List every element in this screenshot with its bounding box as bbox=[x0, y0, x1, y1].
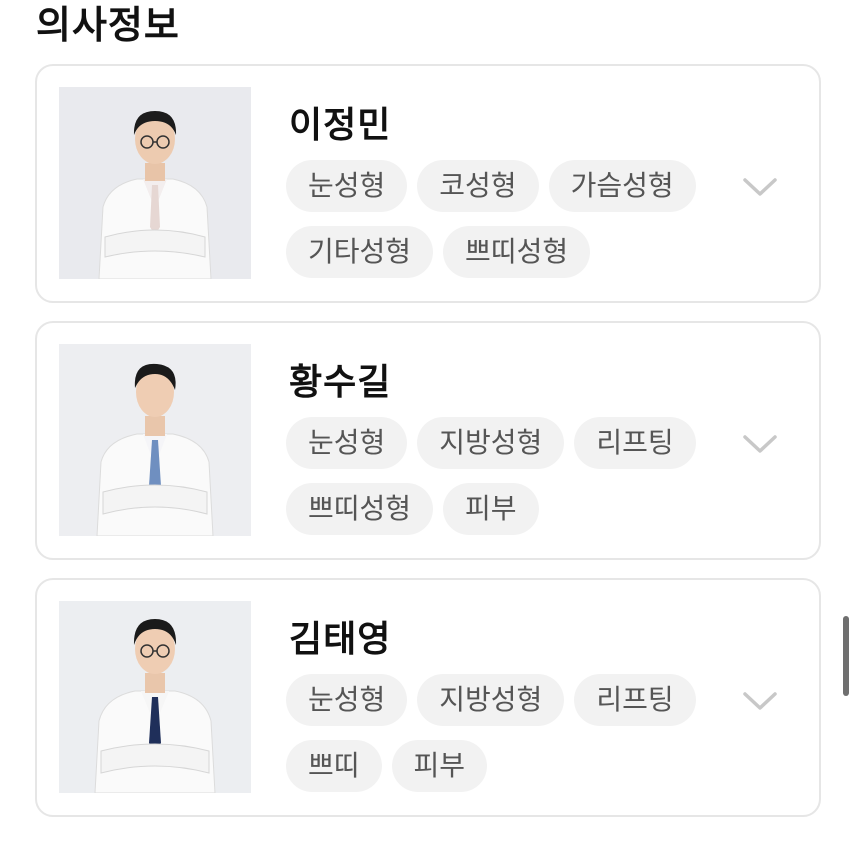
expand-button[interactable] bbox=[737, 421, 783, 467]
doctor-list: 이정민 눈성형 코성형 가슴성형 기타성형 쁘띠성형 황수길 눈성형 지방성형 … bbox=[35, 64, 821, 835]
doctor-card[interactable]: 김태영 눈성형 지방성형 리프팅 쁘띠 피부 bbox=[35, 578, 821, 817]
doctor-name: 이정민 bbox=[289, 105, 392, 146]
doctor-card[interactable]: 황수길 눈성형 지방성형 리프팅 쁘띠성형 피부 bbox=[35, 321, 821, 560]
doctor-photo bbox=[59, 344, 251, 536]
specialty-tag: 기타성형 bbox=[286, 226, 434, 278]
specialty-tag: 쁘띠 bbox=[286, 740, 382, 792]
specialty-tag: 피부 bbox=[391, 740, 488, 792]
expand-button[interactable] bbox=[737, 164, 783, 210]
doctor-name: 황수길 bbox=[289, 362, 392, 403]
specialty-tag: 가슴성형 bbox=[548, 160, 696, 212]
specialty-tag: 코성형 bbox=[417, 160, 539, 212]
specialty-tag: 피부 bbox=[443, 483, 539, 535]
specialty-tag: 쁘띠성형 bbox=[286, 483, 434, 535]
specialty-tag: 눈성형 bbox=[286, 417, 408, 469]
expand-button[interactable] bbox=[737, 678, 783, 724]
specialty-tag: 리프팅 bbox=[574, 417, 696, 469]
specialty-tag: 쁘띠성형 bbox=[443, 226, 591, 278]
scrollbar-thumb[interactable] bbox=[843, 616, 849, 696]
doctor-photo bbox=[59, 601, 251, 793]
specialty-tags: 눈성형 지방성형 리프팅 쁘띠성형 피부 bbox=[286, 417, 716, 535]
chevron-down-icon bbox=[743, 178, 777, 196]
specialty-tag: 지방성형 bbox=[417, 417, 565, 469]
doctor-photo bbox=[59, 87, 251, 279]
specialty-tags: 눈성형 코성형 가슴성형 기타성형 쁘띠성형 bbox=[286, 160, 716, 278]
doctor-card[interactable]: 이정민 눈성형 코성형 가슴성형 기타성형 쁘띠성형 bbox=[35, 64, 821, 303]
specialty-tags: 눈성형 지방성형 리프팅 쁘띠 피부 bbox=[286, 674, 716, 792]
specialty-tag: 지방성형 bbox=[417, 674, 565, 726]
doctor-name: 김태영 bbox=[289, 619, 392, 660]
specialty-tag: 눈성형 bbox=[286, 160, 408, 212]
chevron-down-icon bbox=[743, 692, 777, 710]
chevron-down-icon bbox=[743, 435, 777, 453]
section-title: 의사정보 bbox=[36, 3, 180, 47]
specialty-tag: 눈성형 bbox=[286, 674, 408, 726]
specialty-tag: 리프팅 bbox=[574, 674, 696, 726]
